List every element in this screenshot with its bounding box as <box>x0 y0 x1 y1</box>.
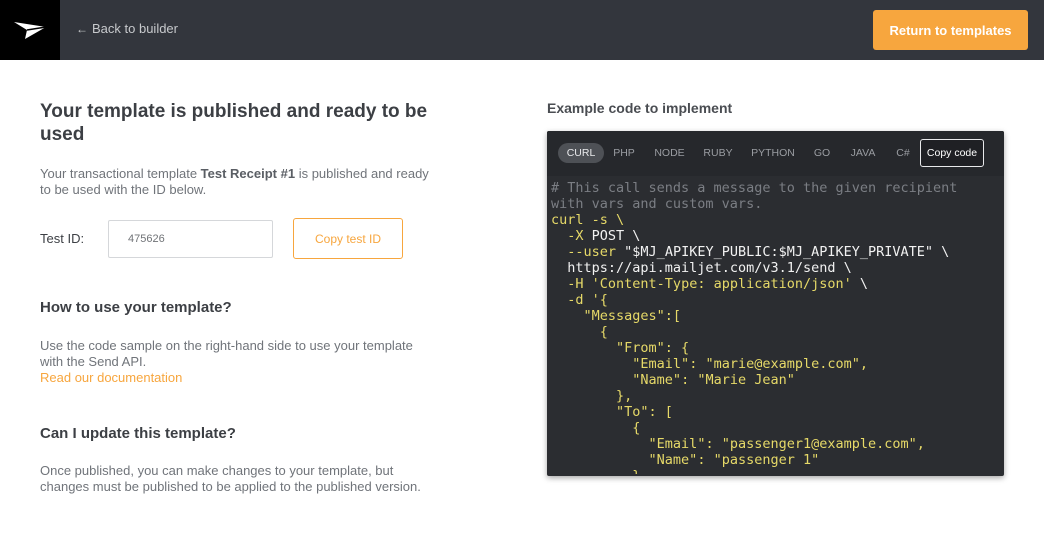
test-id-row: Test ID: Copy test ID <box>40 218 430 259</box>
code-value: \ <box>851 276 869 292</box>
code-key: "Name" <box>632 372 682 388</box>
update-template-heading: Can I update this template? <box>40 425 236 442</box>
how-to-use-text: Use the code sample on the right-hand si… <box>40 338 430 386</box>
return-to-templates-button[interactable]: Return to templates <box>873 10 1028 50</box>
test-id-label: Test ID: <box>40 231 85 246</box>
back-to-builder-link[interactable]: ← Back to builder <box>76 21 178 36</box>
tab-ruby[interactable]: RUBY <box>701 143 735 163</box>
code-line: { <box>599 324 608 340</box>
code-value: : "marie@example.com", <box>689 356 868 372</box>
copy-code-button[interactable]: Copy code <box>920 139 984 167</box>
arrow-left-icon: ← <box>76 21 88 36</box>
code-line: }, <box>616 388 633 404</box>
update-template-text: Once published, you can make changes to … <box>40 463 421 494</box>
code-line: "From": { <box>616 340 690 356</box>
tab-node[interactable]: NODE <box>652 143 687 163</box>
code-line: { <box>632 420 641 436</box>
published-title: Your template is published and ready to … <box>40 101 428 145</box>
tab-php[interactable]: PHP <box>610 143 638 163</box>
code-value: : "passenger 1" <box>697 452 820 468</box>
code-key: "Email" <box>648 436 706 452</box>
code-flag: -X <box>567 228 584 244</box>
code-flag: -H <box>567 276 584 292</box>
code-line: curl -s \ <box>551 212 625 228</box>
copy-test-id-button[interactable]: Copy test ID <box>293 218 403 259</box>
example-code-title: Example code to implement <box>547 100 733 116</box>
code-comment-line: # This call sends a message to the given… <box>551 180 958 196</box>
code-line: "To": [ <box>616 404 673 420</box>
code-line: "Messages":[ <box>583 308 682 324</box>
description-prefix: Your transactional template <box>40 166 201 181</box>
code-key: "Name" <box>648 452 698 468</box>
code-sample: # This call sends a message to the given… <box>551 180 1001 474</box>
code-comment-line: with vars and custom vars. <box>551 196 763 212</box>
code-line: https://api.mailjet.com/v3.1/send \ <box>567 260 852 276</box>
tab-python[interactable]: PYTHON <box>749 143 797 163</box>
code-value: : "passenger1@example.com", <box>705 436 925 452</box>
how-to-use-description: Use the code sample on the right-hand si… <box>40 338 413 369</box>
paper-plane-logo-icon <box>14 22 47 39</box>
template-name: Test Receipt #1 <box>200 166 296 181</box>
tab-go[interactable]: GO <box>811 143 833 163</box>
code-value: "$MJ_APIKEY_PUBLIC:$MJ_APIKEY_PRIVATE" \ <box>616 244 950 260</box>
code-line: } <box>632 468 640 474</box>
top-bar: ← Back to builder Return to templates <box>0 0 1044 60</box>
documentation-link[interactable]: Read our documentation <box>40 370 430 386</box>
code-line: -d '{ <box>567 292 608 308</box>
test-id-field[interactable] <box>108 220 273 258</box>
how-to-use-heading: How to use your template? <box>40 299 232 316</box>
tab-curl[interactable]: CURL <box>558 143 604 163</box>
code-value: POST \ <box>583 228 641 244</box>
code-value: : "Marie Jean" <box>681 372 795 388</box>
tab-java[interactable]: JAVA <box>847 143 879 163</box>
code-panel: CURL PHP NODE RUBY PYTHON GO JAVA C# Cop… <box>547 131 1004 476</box>
language-tabs: CURL PHP NODE RUBY PYTHON GO JAVA C# Cop… <box>547 131 1004 176</box>
code-value: 'Content-Type: application/json' <box>583 276 852 292</box>
code-key: "Email" <box>632 356 690 372</box>
code-flag: --user <box>567 244 617 260</box>
publish-description: Your transactional template Test Receipt… <box>40 166 430 198</box>
tab-csharp[interactable]: C# <box>891 143 915 163</box>
page-title: Your template is published and ready to … <box>40 100 430 146</box>
logo[interactable] <box>0 0 60 60</box>
back-to-builder-label: Back to builder <box>92 21 178 36</box>
